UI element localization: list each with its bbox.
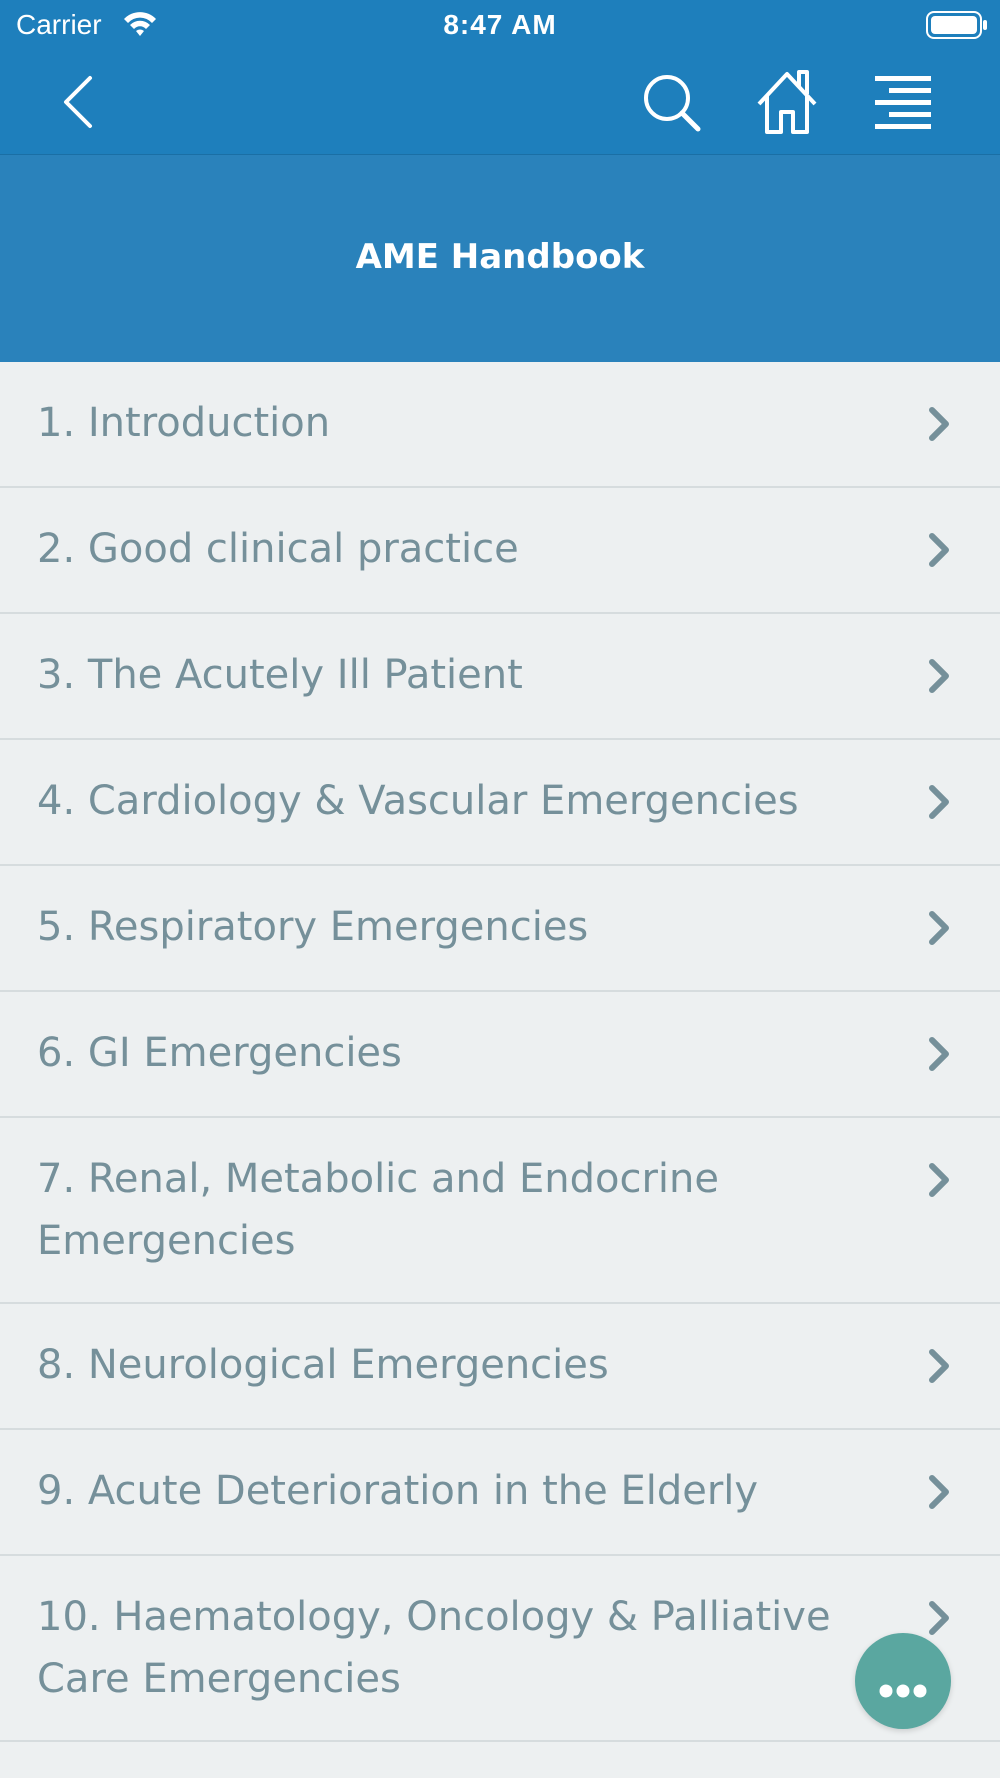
- list-item-label: 7. Renal, Metabolic and Endocrine Emerge…: [37, 1156, 719, 1264]
- list-item[interactable]: 1. Introduction: [0, 362, 1000, 488]
- chevron-right-icon: [924, 1470, 954, 1514]
- more-options-button[interactable]: [855, 1633, 951, 1729]
- battery-icon: [926, 10, 988, 40]
- list-item[interactable]: 2. Good clinical practice: [0, 488, 1000, 614]
- chevron-right-icon: [924, 528, 954, 572]
- back-button[interactable]: [44, 66, 116, 138]
- chevron-left-icon: [64, 76, 92, 128]
- list-item[interactable]: 10. Haematology, Oncology & Palliative C…: [0, 1556, 1000, 1742]
- chevron-right-icon: [924, 402, 954, 446]
- chevron-right-icon: [924, 654, 954, 698]
- list-item-label: 3. The Acutely Ill Patient: [37, 652, 523, 698]
- list-item[interactable]: 5. Respiratory Emergencies: [0, 866, 1000, 992]
- status-time: 8:47 AM: [443, 9, 557, 40]
- home-icon: [757, 70, 817, 134]
- search-button[interactable]: [636, 66, 708, 138]
- screen: Carrier 8:47 AM AME Handbook 1. Introduc…: [0, 0, 1000, 1778]
- list-item-label: 2. Good clinical practice: [37, 526, 519, 572]
- list-item[interactable]: 9. Acute Deterioration in the Elderly: [0, 1430, 1000, 1556]
- status-bar: Carrier 8:47 AM: [0, 0, 1000, 50]
- chevron-right-icon: [924, 780, 954, 824]
- menu-button[interactable]: [867, 66, 939, 138]
- chevron-right-icon: [924, 1344, 954, 1388]
- list-item-label: 8. Neurological Emergencies: [37, 1342, 609, 1388]
- chapter-list: 1. Introduction 2. Good clinical practic…: [0, 362, 1000, 1742]
- search-icon: [644, 75, 701, 132]
- list-item[interactable]: 4. Cardiology & Vascular Emergencies: [0, 740, 1000, 866]
- page-title: AME Handbook: [355, 237, 645, 277]
- list-item[interactable]: 3. The Acutely Ill Patient: [0, 614, 1000, 740]
- menu-icon: [875, 76, 931, 129]
- title-band: AME Handbook: [0, 155, 1000, 362]
- list-item[interactable]: 6. GI Emergencies: [0, 992, 1000, 1118]
- list-item-label: 4. Cardiology & Vascular Emergencies: [37, 778, 799, 824]
- more-icon: [879, 1684, 927, 1698]
- list-item-label: 9. Acute Deterioration in the Elderly: [37, 1468, 759, 1514]
- list-item[interactable]: 7. Renal, Metabolic and Endocrine Emerge…: [0, 1118, 1000, 1304]
- home-button[interactable]: [751, 66, 823, 138]
- list-item-label: 10. Haematology, Oncology & Palliative C…: [37, 1594, 831, 1702]
- list-item-label: 1. Introduction: [37, 400, 331, 446]
- chevron-right-icon: [924, 1032, 954, 1076]
- nav-bar: [0, 50, 1000, 155]
- list-item-label: 6. GI Emergencies: [37, 1030, 402, 1076]
- list-item-label: 5. Respiratory Emergencies: [37, 904, 589, 950]
- list-item[interactable]: 8. Neurological Emergencies: [0, 1304, 1000, 1430]
- chevron-right-icon: [924, 1158, 954, 1202]
- chevron-right-icon: [924, 906, 954, 950]
